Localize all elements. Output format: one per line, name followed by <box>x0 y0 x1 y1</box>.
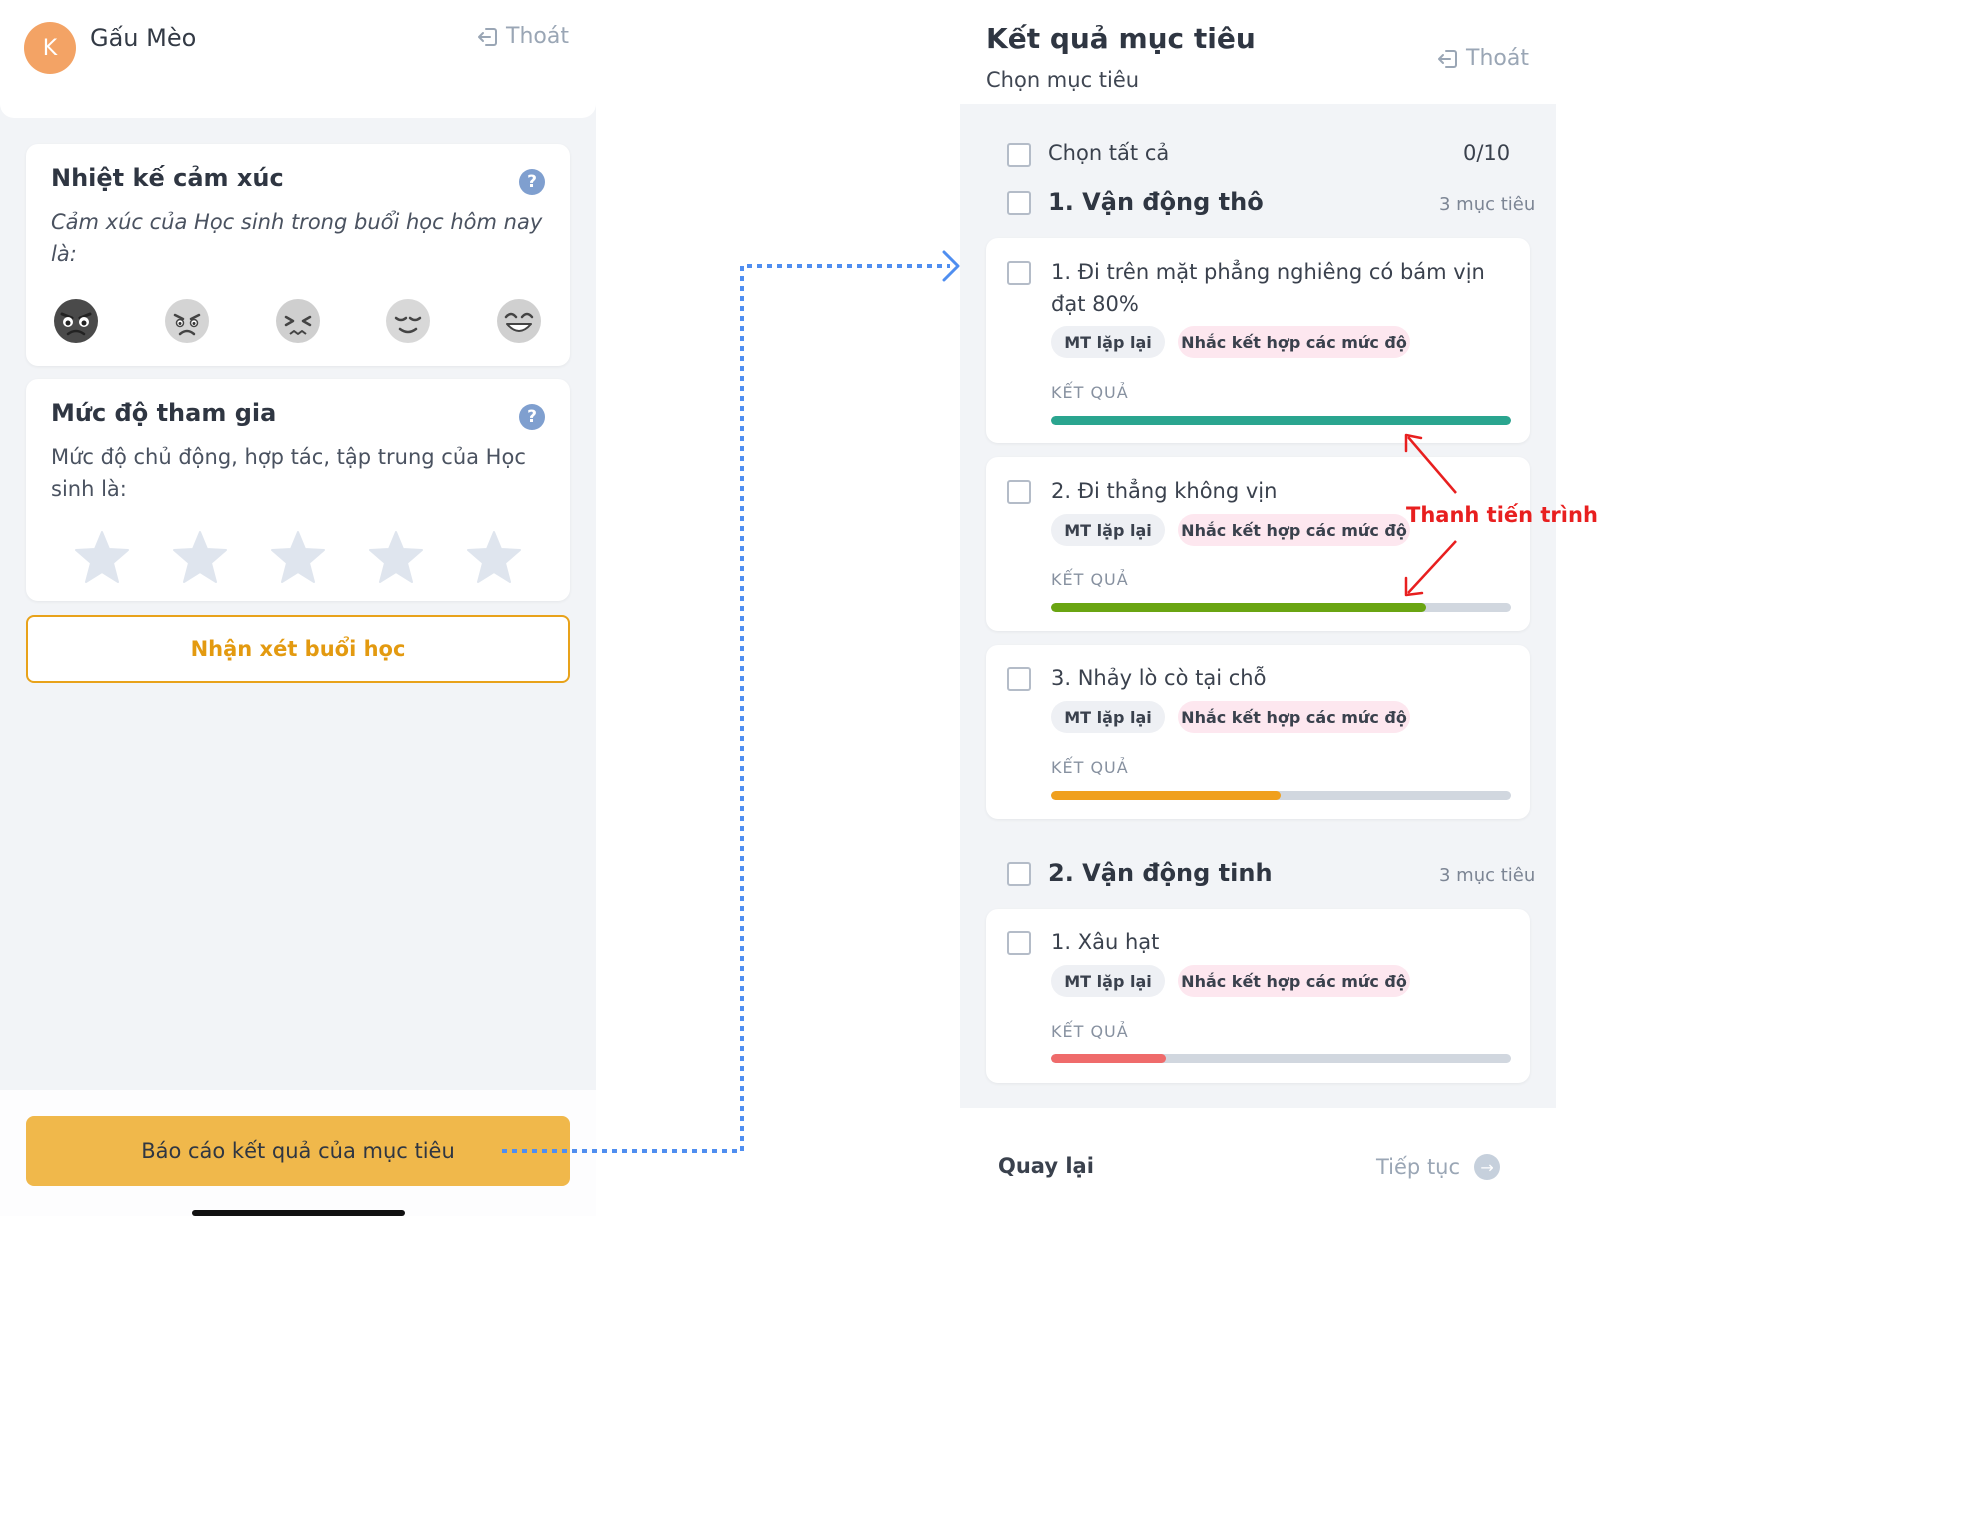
report-goal-results-button[interactable]: Báo cáo kết quả của mục tiêu <box>26 1116 570 1186</box>
tag-prompt: Nhắc kết hợp các mức độ <box>1178 965 1410 997</box>
user-name: Gấu Mèo <box>90 24 197 52</box>
star-icon-4[interactable] <box>368 530 424 584</box>
back-button[interactable]: Quay lại <box>998 1154 1094 1178</box>
home-indicator <box>192 1210 405 1216</box>
screen: K Gấu Mèo Thoát Nhiệt kế cảm xúc ? Cảm x… <box>0 0 1598 1216</box>
goal-checkbox[interactable] <box>1007 261 1031 285</box>
section-checkbox[interactable] <box>1007 862 1031 886</box>
logout-button-right[interactable]: Thoát <box>1436 46 1529 71</box>
grinning-face-icon[interactable] <box>496 298 542 344</box>
progress-bar <box>1051 416 1511 425</box>
progress-fill <box>1051 791 1281 800</box>
star-icon-1[interactable] <box>74 530 130 584</box>
progress-fill <box>1051 603 1426 612</box>
next-label: Tiếp tục <box>1376 1155 1461 1179</box>
select-all-label: Chọn tất cả <box>1048 141 1170 165</box>
result-label: KẾT QUẢ <box>1051 758 1129 777</box>
section-count: 3 mục tiêu <box>1439 865 1536 886</box>
progress-bar-annotation: Thanh tiến trình <box>1406 503 1598 527</box>
logout-label: Thoát <box>1466 46 1529 71</box>
result-label: KẾT QUẢ <box>1051 383 1129 402</box>
star-icon-3[interactable] <box>270 530 326 584</box>
goal-checkbox[interactable] <box>1007 480 1031 504</box>
section-checkbox[interactable] <box>1007 191 1031 215</box>
avatar: K <box>24 22 76 74</box>
emotion-help-icon[interactable]: ? <box>519 169 545 195</box>
goal-title: 1. Đi trên mặt phẳng nghiêng có bám vịn … <box>1051 260 1485 316</box>
tag-repeat: MT lặp lại <box>1051 701 1165 733</box>
next-button[interactable]: Tiếp tục → <box>1376 1154 1501 1180</box>
goal-checkbox[interactable] <box>1007 667 1031 691</box>
result-label: KẾT QUẢ <box>1051 1022 1129 1041</box>
selected-count: 0/10 <box>1463 141 1511 165</box>
tag-prompt: Nhắc kết hợp các mức độ <box>1178 326 1410 358</box>
tag-prompt: Nhắc kết hợp các mức độ <box>1178 701 1410 733</box>
participation-help-icon[interactable]: ? <box>519 404 545 430</box>
participation-subtitle: Mức độ chủ động, hợp tác, tập trung của … <box>51 445 526 501</box>
progress-bar <box>1051 791 1511 800</box>
emotion-subtitle: Cảm xúc của Học sinh trong buổi học hôm … <box>51 210 543 266</box>
star-icon-5[interactable] <box>466 530 522 584</box>
frowning-face-icon[interactable] <box>164 298 210 344</box>
goal-results-subtitle: Chọn mục tiêu <box>986 68 1140 92</box>
progress-fill <box>1051 416 1511 425</box>
tag-repeat: MT lặp lại <box>1051 965 1165 997</box>
tag-prompt: Nhắc kết hợp các mức độ <box>1178 514 1410 546</box>
distressed-face-icon[interactable] <box>275 298 321 344</box>
arrow-right-icon: → <box>1474 1154 1501 1180</box>
goal-checkbox[interactable] <box>1007 931 1031 955</box>
tag-repeat: MT lặp lại <box>1051 514 1165 546</box>
section-count: 3 mục tiêu <box>1439 194 1536 215</box>
tag-repeat: MT lặp lại <box>1051 326 1165 358</box>
star-icon-2[interactable] <box>172 530 228 584</box>
left-header <box>0 0 596 118</box>
angry-face-icon[interactable] <box>53 298 99 344</box>
progress-fill <box>1051 1054 1166 1063</box>
logout-button-left[interactable]: Thoát <box>476 24 569 49</box>
select-all-checkbox[interactable] <box>1007 143 1031 167</box>
section-title: 1. Vận động thô <box>1048 188 1264 216</box>
logout-label: Thoát <box>506 24 569 49</box>
result-label: KẾT QUẢ <box>1051 570 1129 589</box>
logout-icon <box>478 27 497 46</box>
goal-results-title: Kết quả mục tiêu <box>986 22 1256 55</box>
logout-icon <box>1438 49 1457 68</box>
section-title: 2. Vận động tinh <box>1048 859 1273 887</box>
goal-title: 1. Xâu hạt <box>1051 930 1160 954</box>
goal-title: 3. Nhảy lò cò tại chỗ <box>1051 666 1267 690</box>
progress-bar <box>1051 1054 1511 1063</box>
participation-title: Mức độ tham gia <box>51 399 277 427</box>
emotion-title: Nhiệt kế cảm xúc <box>51 164 284 192</box>
calm-face-icon[interactable] <box>385 298 431 344</box>
session-comment-button[interactable]: Nhận xét buổi học <box>26 615 570 683</box>
